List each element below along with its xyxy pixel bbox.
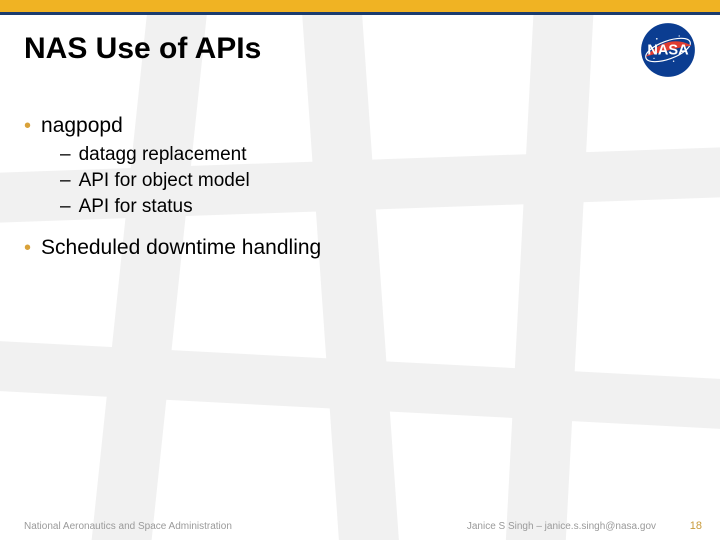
sub-bullet-item: – API for status (60, 196, 696, 218)
bullet-dot-icon: • (24, 116, 31, 136)
footer-author: Janice S Singh – janice.s.singh@nasa.gov (467, 521, 656, 532)
sub-bullet-text: API for status (79, 196, 193, 218)
footer-org: National Aeronautics and Space Administr… (24, 521, 232, 532)
background-grid (0, 0, 720, 540)
bullet-text: nagpopd (41, 114, 123, 138)
dash-icon: – (60, 196, 71, 218)
sub-bullet-text: datagg replacement (79, 144, 247, 166)
slide-title: NAS Use of APIs (24, 32, 261, 66)
sub-bullet-text: API for object model (79, 170, 250, 192)
sub-bullet-item: – datagg replacement (60, 144, 696, 166)
bullet-item: • Scheduled downtime handling (24, 236, 696, 260)
dash-icon: – (60, 170, 71, 192)
bullet-text: Scheduled downtime handling (41, 236, 321, 260)
top-accent-bar (0, 0, 720, 12)
nasa-logo: NASA (640, 22, 696, 78)
bullet-item: • nagpopd (24, 114, 696, 138)
footer-page-number: 18 (690, 520, 702, 532)
dash-icon: – (60, 144, 71, 166)
top-underline (0, 12, 720, 15)
svg-text:NASA: NASA (647, 42, 689, 58)
sub-bullet-item: – API for object model (60, 170, 696, 192)
slide-content: • nagpopd – datagg replacement – API for… (24, 100, 696, 266)
bullet-dot-icon: • (24, 238, 31, 258)
